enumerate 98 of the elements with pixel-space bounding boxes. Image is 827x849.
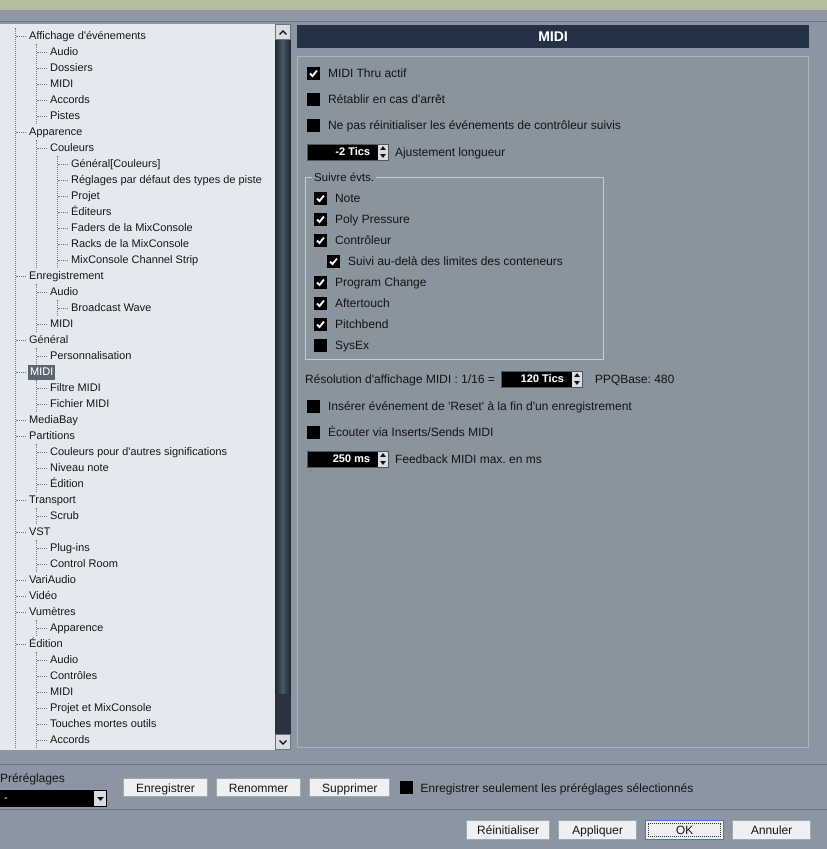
tree-item[interactable]: Broadcast Wave	[70, 300, 152, 316]
checkbox[interactable]	[307, 400, 320, 412]
presets-dropdown[interactable]: -	[0, 790, 107, 807]
tree-item[interactable]: VariAudio	[28, 572, 77, 588]
tree-item[interactable]: Partitions	[28, 428, 76, 444]
tree-item[interactable]: VST	[28, 524, 52, 540]
tree-item[interactable]: Fichier MIDI	[49, 396, 110, 412]
checkbox[interactable]	[314, 276, 327, 288]
option-label: Écouter via Inserts/Sends MIDI	[328, 424, 494, 441]
scroll-up-button[interactable]	[275, 24, 291, 40]
option-label: Feedback MIDI max. en ms	[395, 451, 542, 468]
option-label: Insérer événement de 'Reset' à la fin d'un enregistrement	[328, 398, 632, 415]
option-label: Résolution d'affichage MIDI : 1/16 =	[305, 371, 495, 388]
tree-item[interactable]: Général	[28, 332, 70, 348]
tree-item[interactable]: Projet et MixConsole	[49, 700, 152, 716]
ppq-label: PPQBase: 480	[594, 371, 674, 388]
tree-item[interactable]: Accords	[49, 92, 91, 108]
tree-item[interactable]: Édition	[28, 636, 64, 652]
tree-item[interactable]: Couleurs pour d'autres significations	[49, 444, 228, 460]
caret-up-icon	[279, 30, 287, 34]
tree-item[interactable]: Touches mortes outils	[49, 716, 158, 732]
tree-item[interactable]: MIDI	[49, 316, 74, 332]
caret-down-icon	[279, 740, 287, 744]
scroll-down-button[interactable]	[275, 734, 291, 750]
tree-item[interactable]: Général[Couleurs]	[70, 156, 162, 172]
panel-title: MIDI	[297, 25, 809, 48]
tree-item[interactable]: Transport	[28, 492, 77, 508]
checkbox[interactable]	[307, 426, 320, 438]
tree-item[interactable]: Affichage d'événements	[28, 28, 147, 44]
preset-button[interactable]: Enregistrer	[123, 778, 208, 797]
checkbox[interactable]	[400, 781, 414, 794]
checkbox[interactable]	[314, 296, 327, 310]
tree-item[interactable]: Audio	[49, 284, 80, 300]
checkbox[interactable]	[307, 92, 320, 106]
option-label: Note	[335, 190, 360, 207]
option-label: Program Change	[335, 274, 426, 291]
checkbox[interactable]	[314, 338, 327, 352]
dialog-button[interactable]: Réinitialiser	[466, 820, 550, 840]
tree-item[interactable]: Apparence	[49, 620, 104, 636]
tree-item[interactable]: Personnalisation	[49, 348, 132, 364]
dialog-button[interactable]: OK	[645, 820, 724, 840]
tree-item[interactable]: Projet	[70, 188, 101, 204]
option-label: Suivi au-delà des limites des conteneurs	[348, 253, 563, 270]
tree-item[interactable]: Couleurs	[49, 140, 96, 156]
option-label: Pitchbend	[335, 316, 388, 333]
tree-item[interactable]: Control Room	[49, 556, 119, 572]
option-label: Enregistrer seulement les préréglages sélectionnés	[420, 780, 694, 796]
tree-item[interactable]: MIDI	[28, 364, 56, 380]
tree-item[interactable]: Filtre MIDI	[49, 380, 102, 396]
option-label: Ajustement longueur	[395, 144, 506, 161]
tree-item[interactable]: MIDI	[49, 76, 74, 92]
tree-item[interactable]: MIDI	[49, 684, 74, 700]
tree-item[interactable]: MixConsole Channel Strip	[70, 252, 200, 268]
checkbox[interactable]	[314, 192, 327, 204]
tree-item[interactable]: Audio	[49, 44, 80, 60]
presets-label: Préréglages	[0, 770, 65, 787]
tree-item[interactable]: Plug-ins	[49, 540, 91, 556]
spin-field[interactable]: 120 Tics	[500, 370, 583, 388]
tree-item[interactable]: Apparence	[28, 124, 84, 140]
dropdown-caret-icon	[94, 791, 106, 806]
checkbox[interactable]	[307, 66, 320, 80]
tree-item[interactable]: Enregistrement	[28, 268, 105, 284]
tree-item[interactable]: Niveau note	[49, 460, 110, 476]
tree-item[interactable]: Dossiers	[49, 60, 94, 76]
tree-item[interactable]: Scrub	[49, 508, 80, 524]
option-label: MIDI Thru actif	[328, 65, 406, 82]
dialog-button[interactable]: Annuler	[732, 820, 811, 840]
tree-item[interactable]: Édition	[49, 476, 85, 492]
checkbox[interactable]	[307, 118, 320, 132]
option-label: Contrôleur	[335, 232, 392, 249]
spin-arrows-icon	[572, 372, 582, 386]
preset-button[interactable]: Supprimer	[309, 778, 390, 797]
spin-arrows-icon	[378, 452, 388, 466]
tree-item[interactable]: Contrôles	[49, 668, 98, 684]
tree-item[interactable]: Pistes	[49, 108, 81, 124]
checkbox[interactable]	[314, 212, 327, 226]
dialog-button[interactable]: Appliquer	[558, 820, 637, 840]
spin-field[interactable]: 250 ms	[307, 450, 389, 468]
option-label: Aftertouch	[335, 295, 390, 312]
preset-button[interactable]: Renommer	[216, 778, 302, 797]
option-label: SysEx	[335, 337, 370, 354]
option-label: Poly Pressure	[335, 211, 410, 228]
checkbox[interactable]	[327, 254, 340, 268]
spin-arrows-icon	[378, 144, 388, 160]
tree-item[interactable]: Audio	[49, 652, 80, 668]
tree-item[interactable]: Réglages par défaut des types de piste	[70, 172, 263, 188]
spin-field[interactable]: -2 Tics	[307, 144, 389, 160]
tree-item[interactable]: Éditeurs	[70, 204, 112, 220]
tree-item[interactable]: Accords	[49, 732, 91, 748]
tree-item[interactable]: Vidéo	[28, 588, 58, 604]
tree-item[interactable]: Racks de la MixConsole	[70, 236, 190, 252]
tree-item[interactable]: Vumètres	[28, 604, 77, 620]
tree-item[interactable]: MediaBay	[28, 412, 79, 428]
checkbox[interactable]	[314, 234, 327, 246]
option-label: Rétablir en cas d'arrêt	[328, 91, 446, 108]
checkbox[interactable]	[314, 318, 327, 330]
tree-item[interactable]: Faders de la MixConsole	[70, 220, 194, 236]
option-label: Ne pas réinitialiser les événements de contrôleur suivis	[328, 117, 621, 134]
